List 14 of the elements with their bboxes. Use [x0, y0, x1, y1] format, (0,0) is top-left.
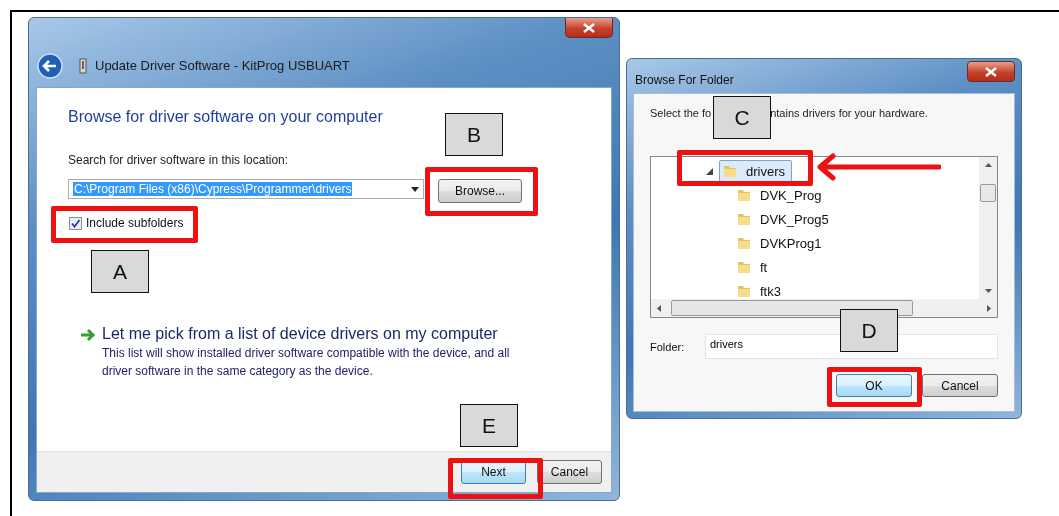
window-title: Update Driver Software - KitProg USBUART — [95, 58, 350, 73]
letter-callout-tooltip: D — [840, 309, 898, 352]
letter-callout-tooltip: B — [445, 113, 503, 156]
page-heading: Browse for driver software on your computer — [68, 108, 384, 126]
letter-callout-tooltip: A — [91, 250, 149, 293]
instruction-text: ntains drivers for your hardware. — [770, 107, 928, 119]
link-description: This list will show installed driver software compatible with the device, and all driver software in the same category as the device. — [102, 345, 511, 380]
checkbox-label: Include subfolders — [86, 216, 184, 230]
letter-callout-tooltip: E — [460, 404, 518, 447]
folder-label: Folder: — [650, 340, 686, 353]
instruction-text: Select the fo — [650, 107, 712, 119]
letter-callout-tooltip: C — [713, 96, 771, 139]
location-label: Search for driver software in this location: — [68, 153, 290, 167]
window-title: Browse For Folder — [635, 73, 734, 87]
